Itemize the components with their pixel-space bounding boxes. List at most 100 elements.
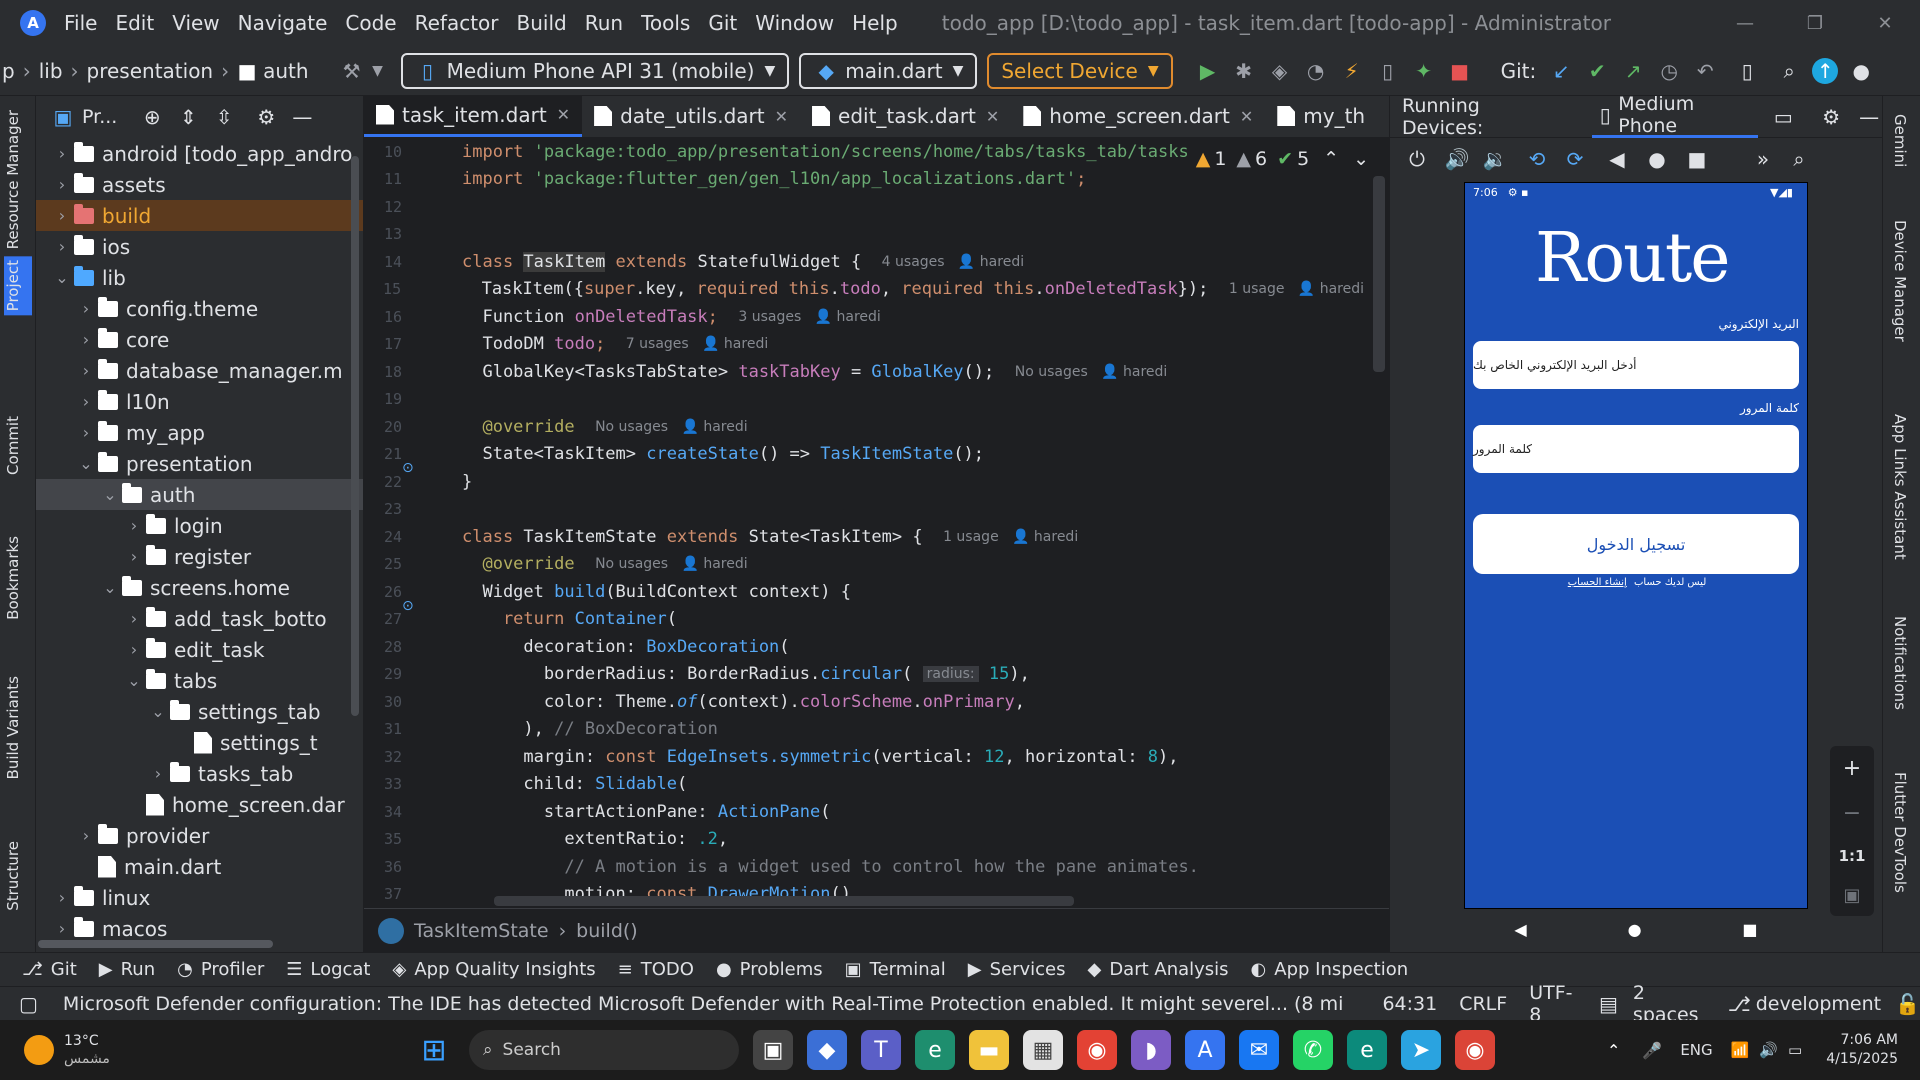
home-icon[interactable]: ● xyxy=(1628,920,1642,939)
search-icon[interactable]: ⌕ xyxy=(1776,58,1802,84)
email-field[interactable]: أدخل البريد الإلكتروني الخاص بك xyxy=(1473,341,1799,389)
gear-icon[interactable]: ⚙ xyxy=(253,104,279,130)
tab-my-theme[interactable]: my_th xyxy=(1265,95,1377,137)
tool-window-services[interactable]: ▶ Services xyxy=(968,959,1066,980)
speaker-icon[interactable]: 🔊 xyxy=(1759,1041,1778,1059)
power-icon[interactable]: ⏻ xyxy=(1404,146,1430,172)
override-gutter-icon[interactable]: ⊙ xyxy=(402,598,420,616)
chrome-icon[interactable]: ◉ xyxy=(1077,1030,1117,1070)
chevron-right-icon[interactable]: › xyxy=(50,237,74,256)
flutter-devtools-tab[interactable]: Flutter DevTools xyxy=(1891,772,1909,893)
horizontal-scrollbar[interactable] xyxy=(38,940,273,948)
editor-h-scrollbar[interactable] xyxy=(494,896,1074,906)
code-editor[interactable]: 10 import 'package:todo_app/presentation/… xyxy=(364,138,1389,906)
status-square-icon[interactable]: ▢ xyxy=(16,991,41,1017)
collapse-all-icon[interactable]: ⇳ xyxy=(211,104,237,130)
commit-tab[interactable]: Commit xyxy=(4,416,22,475)
structure-tab[interactable]: Structure xyxy=(4,841,22,911)
battery-icon[interactable]: ▭ xyxy=(1788,1041,1802,1059)
chevron-up-icon[interactable]: ⌃ xyxy=(1607,1041,1620,1060)
inspection-widget[interactable]: ▲ 1 ▲ 6 ✔ 5 ⌃ ⌄ xyxy=(1196,148,1369,170)
git-push-icon[interactable]: ↗ xyxy=(1620,58,1646,84)
device-mirror-icon[interactable]: ▯ xyxy=(1734,58,1760,84)
menu-edit[interactable]: Edit xyxy=(115,11,154,35)
clock[interactable]: 7:06 AM 4/15/2025 xyxy=(1826,1031,1898,1069)
zoom-in-button[interactable]: + xyxy=(1843,756,1861,781)
chevron-right-icon[interactable]: › xyxy=(122,547,146,566)
device-tab[interactable]: ▯ Medium Phone xyxy=(1592,93,1759,138)
windows-start-icon[interactable]: ⊞ xyxy=(414,1030,454,1070)
menu-tools[interactable]: Tools xyxy=(641,11,690,35)
taskbar-search[interactable]: ⌕ Search xyxy=(469,1030,739,1070)
nav-crumb-lib[interactable]: lib xyxy=(39,59,63,83)
signup-link[interactable]: إنشاء الحساب xyxy=(1568,577,1627,588)
telegram-icon[interactable]: ➤ xyxy=(1401,1030,1441,1070)
tool-window-run[interactable]: ▶ Run xyxy=(99,959,155,980)
gemini-tab[interactable]: Gemini xyxy=(1891,114,1909,167)
minimize-icon[interactable]: — xyxy=(1710,13,1780,34)
rollback-icon[interactable]: ↶ xyxy=(1692,58,1718,84)
tree-item[interactable]: › assets xyxy=(36,169,363,200)
teams-icon[interactable]: T xyxy=(861,1030,901,1070)
chevron-down-icon[interactable]: ⌄ xyxy=(98,485,122,504)
tool-window-problems[interactable]: ● Problems xyxy=(716,959,823,980)
menu-help[interactable]: Help xyxy=(852,11,898,35)
tool-window-todo[interactable]: ≡ TODO xyxy=(618,959,694,980)
tree-item[interactable]: ⌄ lib xyxy=(36,262,363,293)
caret-position[interactable]: 64:31 xyxy=(1382,993,1437,1015)
login-button[interactable]: تسجيل الدخول xyxy=(1473,514,1799,574)
git-branch[interactable]: development xyxy=(1756,993,1881,1015)
menu-view[interactable]: View xyxy=(172,11,219,35)
more-icon[interactable]: » xyxy=(1750,146,1776,172)
password-field[interactable]: كلمة المرور xyxy=(1473,425,1799,473)
apply-changes-icon[interactable]: ▯ xyxy=(1375,58,1401,84)
debug-icon[interactable]: ✱ xyxy=(1231,58,1257,84)
git-update-icon[interactable]: ↙ xyxy=(1548,58,1574,84)
tool-window-logcat[interactable]: ☰ Logcat xyxy=(286,959,370,980)
language-indicator[interactable]: ENG xyxy=(1680,1041,1712,1059)
indent-setting[interactable]: 2 spaces xyxy=(1633,982,1713,1026)
close-icon[interactable]: ✕ xyxy=(1850,13,1920,34)
edge-icon[interactable]: e xyxy=(915,1030,955,1070)
resource-manager-tab[interactable]: Resource Manager xyxy=(4,110,22,249)
tree-item[interactable]: › my_app xyxy=(36,417,363,448)
project-tab[interactable]: Project xyxy=(4,256,32,316)
volume-up-icon[interactable]: 🔊 xyxy=(1444,146,1470,172)
menu-run[interactable]: Run xyxy=(585,11,623,35)
copilot-icon[interactable]: ◆ xyxy=(807,1030,847,1070)
chevron-right-icon[interactable]: › xyxy=(74,392,98,411)
chevron-down-icon[interactable]: ⌄ xyxy=(98,578,122,597)
tree-item[interactable]: › linux xyxy=(36,882,363,913)
gear-icon[interactable]: ⚙ xyxy=(1818,104,1844,130)
tree-item[interactable]: main.dart xyxy=(36,851,363,882)
tool-window-git[interactable]: ⎇ Git xyxy=(22,959,77,980)
chevron-right-icon[interactable]: › xyxy=(50,206,74,225)
tree-item[interactable]: home_screen.dar xyxy=(36,789,363,820)
chevron-right-icon[interactable]: › xyxy=(122,640,146,659)
account-icon[interactable]: ● xyxy=(1848,58,1874,84)
chevron-down-icon[interactable]: ⌄ xyxy=(122,671,146,690)
chevron-right-icon[interactable]: › xyxy=(50,888,74,907)
chevron-right-icon[interactable]: › xyxy=(122,609,146,628)
zoom-out-button[interactable]: − xyxy=(1843,801,1861,826)
close-icon[interactable]: ✕ xyxy=(986,107,999,126)
chevron-right-icon[interactable]: › xyxy=(50,175,74,194)
hammer-icon[interactable]: ⚒ xyxy=(339,58,365,84)
tree-item[interactable]: › android [todo_app_andro xyxy=(36,138,363,169)
hide-icon[interactable]: — xyxy=(1856,104,1882,130)
tree-item[interactable]: › login xyxy=(36,510,363,541)
menu-refactor[interactable]: Refactor xyxy=(415,11,499,35)
tab-edit-task[interactable]: edit_task.dart ✕ xyxy=(800,95,1011,137)
hot-reload-icon[interactable]: ⚡ xyxy=(1339,58,1365,84)
target-icon[interactable]: ⊕ xyxy=(139,104,165,130)
nav-crumb-auth[interactable]: auth xyxy=(263,59,308,83)
tree-item[interactable]: › core xyxy=(36,324,363,355)
chevron-down-icon[interactable]: ⌄ xyxy=(146,702,170,721)
menu-file[interactable]: File xyxy=(64,11,97,35)
close-icon[interactable]: ✕ xyxy=(557,105,570,124)
tree-item[interactable]: › tasks_tab xyxy=(36,758,363,789)
wifi-icon[interactable]: 📶 xyxy=(1731,1041,1750,1059)
chevron-right-icon[interactable]: › xyxy=(146,764,170,783)
chevron-right-icon[interactable]: › xyxy=(74,330,98,349)
chrome-profile-icon[interactable]: ◉ xyxy=(1455,1030,1495,1070)
